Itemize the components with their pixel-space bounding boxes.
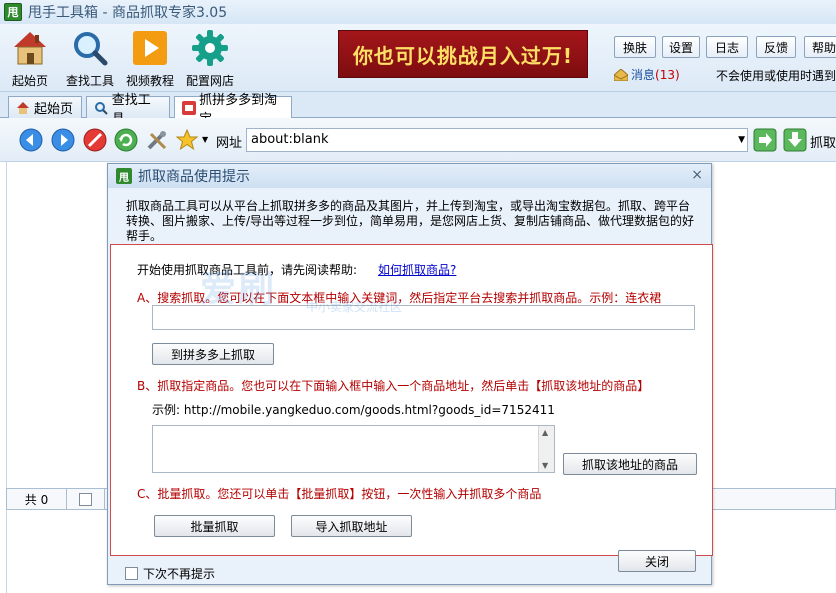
scroll-down-icon[interactable]: ▼: [542, 461, 548, 470]
title-bar: 甩 甩手工具箱 - 商品抓取专家3.05: [0, 0, 836, 24]
select-all-checkbox[interactable]: [79, 492, 92, 506]
dialog-logo: 甩: [116, 168, 132, 184]
app-logo: 甩: [4, 3, 22, 21]
url-dropdown-icon[interactable]: ▼: [738, 135, 745, 145]
play-icon: [130, 28, 170, 68]
tools-icon[interactable]: [144, 127, 170, 153]
back-icon[interactable]: [18, 127, 44, 153]
favorite-star-icon[interactable]: [174, 127, 200, 153]
import-urls-button[interactable]: 导入抓取地址: [291, 515, 412, 537]
home-icon: [10, 28, 50, 68]
toolbar-video-label: 视频教程: [126, 74, 175, 88]
settings-button[interactable]: 设置: [662, 36, 700, 58]
favorite-dropdown-icon[interactable]: ▼: [202, 135, 208, 144]
toolbar-search-label: 查找工具: [66, 74, 115, 88]
search-icon: [93, 100, 109, 116]
url-label: 网址: [216, 136, 243, 151]
grab-label[interactable]: 抓取: [810, 132, 836, 151]
home-icon: [15, 100, 31, 116]
help-link[interactable]: 如何抓取商品?: [378, 261, 456, 278]
window-title: 甩手工具箱 - 商品抓取专家3.05: [28, 5, 228, 21]
tab-home-label: 起始页: [34, 102, 74, 117]
feedback-button[interactable]: 反馈: [756, 36, 796, 58]
batch-grab-button[interactable]: 批量抓取: [154, 515, 275, 537]
message-icon: [613, 67, 629, 81]
section-c-text: C、批量抓取。您还可以单击【批量抓取】按钮，一次性输入并抓取多个商品: [137, 487, 542, 501]
toolbar-config-label: 配置网店: [186, 74, 235, 88]
toolbar-search-button[interactable]: 查找工具: [66, 28, 114, 89]
refresh-icon[interactable]: [113, 127, 139, 153]
grab-url-button[interactable]: 抓取该地址的商品: [563, 453, 697, 475]
usage-tip-dialog: 甩 抓取商品使用提示 × 抓取商品工具可以从平台上抓取拼多多的商品及其图片，并上…: [107, 163, 713, 585]
dialog-panel: 开始使用抓取商品工具前，请先阅读帮助: 如何抓取商品? A、搜索抓取。您可以在下…: [110, 244, 713, 556]
section-a-text: A、搜索抓取。您可以在下面文本框中输入关键词，然后指定平台去搜索并抓取商品。示例…: [137, 291, 662, 305]
url-input-scrollbar[interactable]: ▲ ▼: [538, 426, 554, 472]
dont-show-checkbox[interactable]: [125, 567, 138, 580]
search-icon: [70, 28, 110, 68]
content-border: [6, 162, 7, 593]
log-button[interactable]: 日志: [706, 36, 748, 58]
forward-icon[interactable]: [50, 127, 76, 153]
example-text: 示例: http://mobile.yangkeduo.com/goods.ht…: [152, 403, 555, 417]
section-b-text: B、抓取指定商品。您也可以在下面输入框中输入一个商品地址，然后单击【抓取该地址的…: [137, 379, 650, 393]
toolbar-home-label: 起始页: [11, 74, 48, 88]
messages-label: 消息: [631, 68, 656, 82]
notice-marquee: 不会使用或使用时遇到: [716, 69, 836, 83]
tab-search[interactable]: 查找工具: [86, 93, 170, 127]
messages-count: (13): [655, 67, 680, 82]
toolbar-home-button[interactable]: 起始页: [10, 28, 50, 89]
messages-link[interactable]: 消息 (13): [613, 66, 680, 83]
help-button[interactable]: 帮助: [804, 36, 836, 58]
toolbar-video-button[interactable]: 视频教程: [126, 28, 174, 89]
nav-bar: ▼ 网址 about:blank ▼ 抓取: [0, 118, 836, 162]
url-value: about:blank: [251, 132, 329, 147]
close-button[interactable]: 关闭: [618, 550, 696, 572]
dont-show-label: 下次不再提示: [143, 567, 216, 581]
dialog-intro: 抓取商品工具可以从平台上抓取拼多多的商品及其图片，并上传到淘宝，或导出淘宝数据包…: [126, 199, 695, 243]
url-input[interactable]: about:blank ▼: [246, 128, 748, 152]
tab-home[interactable]: 起始页: [8, 96, 82, 118]
grab-icon: [181, 100, 196, 116]
promo-banner[interactable]: 你也可以挑战月入过万!: [338, 30, 588, 78]
tab-bar: 起始页 查找工具 抓拼多多到淘宝: [0, 92, 836, 127]
dialog-close-icon[interactable]: ×: [691, 167, 703, 183]
keyword-input[interactable]: [152, 305, 695, 330]
stop-icon[interactable]: [82, 127, 108, 153]
grab-pdd-button[interactable]: 到拼多多上抓取: [152, 343, 274, 365]
gear-icon: [190, 28, 230, 68]
toolbar-config-button[interactable]: 配置网店: [186, 28, 234, 89]
item-count: 共 0: [7, 489, 67, 509]
skin-button[interactable]: 换肤: [614, 36, 656, 58]
select-all-cell[interactable]: [67, 489, 105, 509]
scroll-up-icon[interactable]: ▲: [542, 428, 548, 437]
dialog-title-bar: 甩 抓取商品使用提示 ×: [108, 164, 711, 188]
go-arrow-icon[interactable]: [752, 127, 778, 153]
main-toolbar: 起始页 查找工具 视频教程 配置网店 你也可以挑战月入过万! 换肤 设置 日志 …: [0, 24, 836, 92]
dont-show-again[interactable]: 下次不再提示: [125, 565, 215, 582]
start-text: 开始使用抓取商品工具前，请先阅读帮助:: [137, 263, 358, 277]
dialog-title: 抓取商品使用提示: [138, 169, 250, 185]
goods-url-input[interactable]: ▲ ▼: [152, 425, 555, 473]
download-arrow-icon[interactable]: [782, 127, 808, 153]
tab-grab-pdd[interactable]: 抓拼多多到淘宝: [174, 93, 292, 127]
